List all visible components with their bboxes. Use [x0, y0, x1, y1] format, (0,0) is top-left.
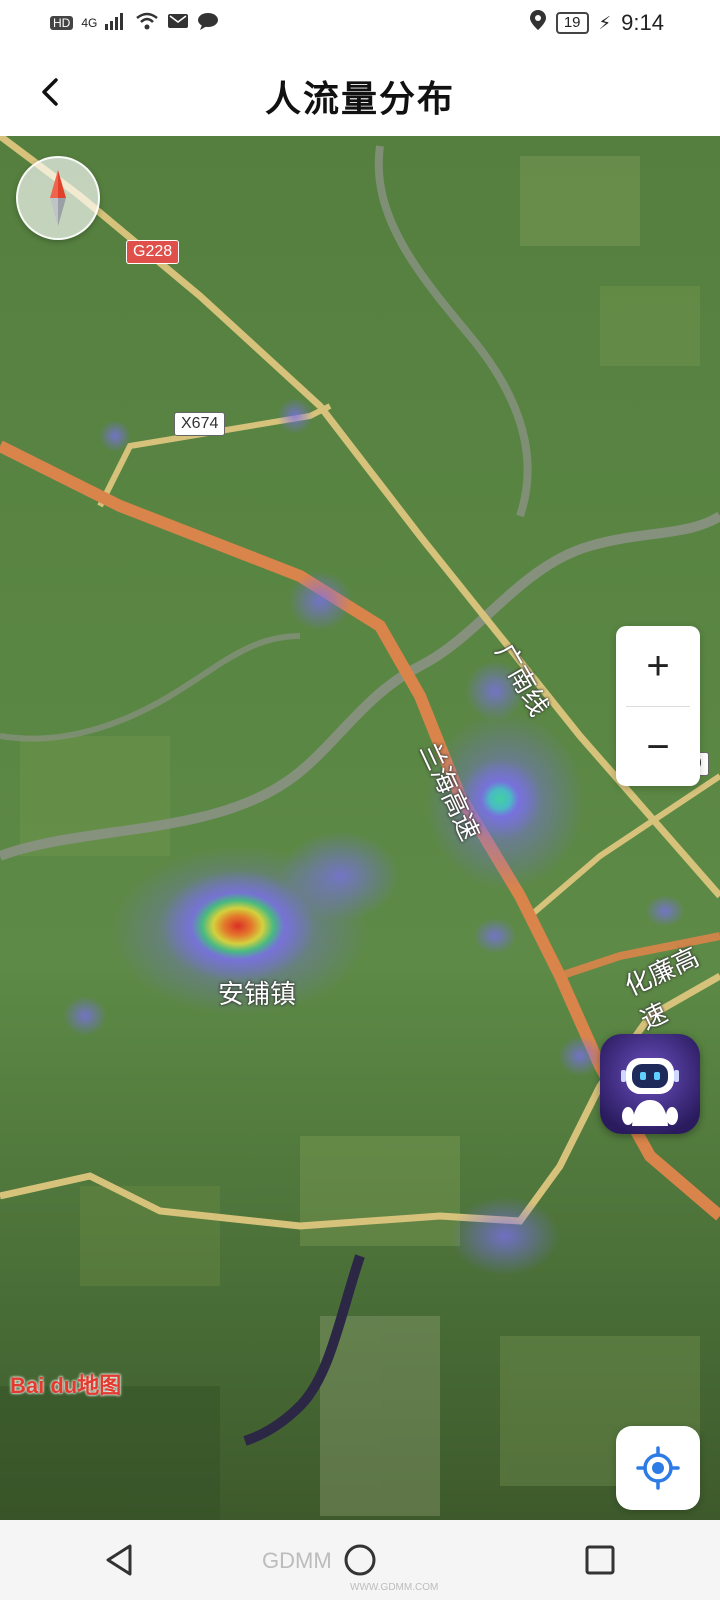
zoom-in-button[interactable]: + [616, 626, 700, 706]
road-shield-x674: X674 [174, 412, 226, 436]
zoom-control: + − [616, 626, 700, 786]
nav-home-button[interactable] [330, 1530, 390, 1590]
assistant-bot-button[interactable] [600, 1034, 700, 1134]
crosshair-icon [636, 1446, 680, 1490]
page-title: 人流量分布 [264, 78, 455, 119]
status-left: HD 4G [50, 12, 219, 33]
chat-icon [197, 12, 219, 33]
status-right: 19 ⚡ 9:14 [529, 10, 664, 36]
app-header: 人流量分布 [0, 48, 720, 136]
place-label-anpu: 安铺镇 [218, 979, 297, 1009]
charging-icon: ⚡ [598, 12, 612, 33]
signal-icon [105, 12, 127, 33]
compass-icon [50, 170, 66, 226]
map-view[interactable]: G228 X674 380 广南线 兰海高速 化廉高速 安铺镇 + − Bai … [0, 136, 720, 1520]
zoom-out-button[interactable]: − [616, 707, 700, 787]
compass-button[interactable] [16, 156, 100, 240]
nav-recents-button[interactable] [570, 1530, 630, 1590]
watermark-url: WWW.GDMM.COM [350, 1582, 439, 1593]
hd-indicator: HD [50, 15, 74, 30]
status-bar: HD 4G 19 ⚡ 9:14 [0, 0, 720, 48]
triangle-back-icon [106, 1544, 132, 1576]
baidu-map-logo: Bai du地图 [10, 1373, 122, 1398]
clock: 9:14 [621, 10, 664, 35]
satellite-map [0, 136, 720, 1520]
watermark: GDMM [262, 1548, 332, 1573]
road-shield-g228: G228 [126, 240, 180, 264]
robot-icon [621, 1058, 679, 1126]
locate-me-button[interactable] [616, 1426, 700, 1510]
wifi-icon [135, 12, 159, 33]
nav-back-button[interactable] [90, 1530, 150, 1590]
square-recents-icon [585, 1545, 615, 1575]
network-indicator: 4G [81, 15, 98, 30]
circle-home-icon [344, 1544, 376, 1576]
location-icon [529, 10, 546, 36]
message-icon [167, 12, 189, 33]
battery-indicator: 19 [555, 12, 589, 34]
